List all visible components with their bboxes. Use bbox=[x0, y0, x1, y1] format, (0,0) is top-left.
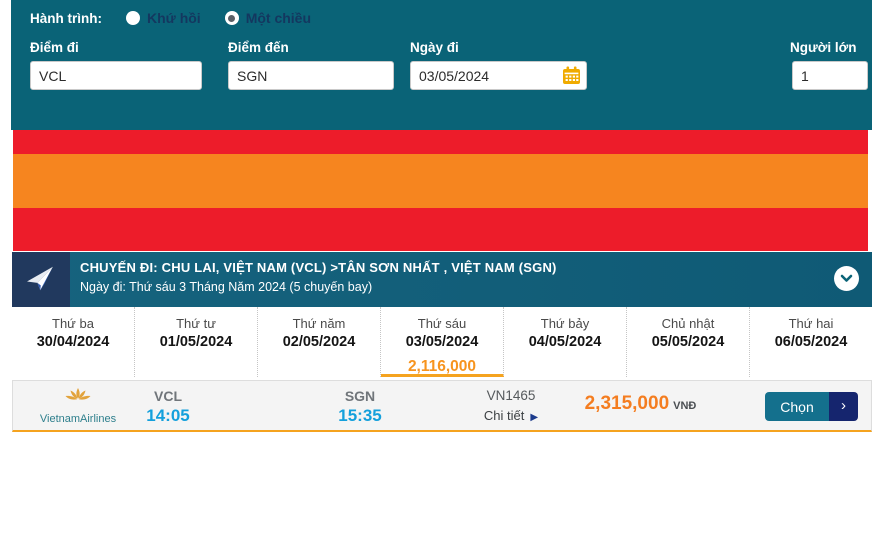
radio-selected-icon[interactable] bbox=[225, 11, 239, 25]
tab-date: 05/05/2024 bbox=[627, 334, 749, 350]
flight-header-subtitle: Ngày đi: Thứ sáu 3 Tháng Năm 2024 (5 chu… bbox=[80, 280, 557, 294]
departure-column: VCL 14:05 bbox=[113, 388, 223, 426]
tab-day: Thứ năm bbox=[258, 316, 380, 331]
tab-day: Thứ tư bbox=[135, 316, 257, 331]
depart-time: 14:05 bbox=[113, 406, 223, 426]
flight-number-column: VN1465 Chi tiết ▶ bbox=[456, 388, 566, 423]
radio-icon[interactable] bbox=[126, 11, 140, 25]
vietnam-airlines-lotus-icon bbox=[64, 387, 92, 407]
date-tab-6[interactable]: Thứ hai 06/05/2024 bbox=[750, 307, 872, 377]
arrive-time: 15:35 bbox=[305, 406, 415, 426]
date-tab-0[interactable]: Thứ ba 30/04/2024 bbox=[12, 307, 135, 377]
tab-price: 2,116,000 bbox=[381, 358, 503, 376]
flight-number: VN1465 bbox=[456, 388, 566, 403]
trip-type-label: Hành trình: bbox=[30, 11, 102, 26]
price-currency: VNĐ bbox=[673, 400, 696, 412]
radio-one-way-label: Một chiều bbox=[246, 10, 311, 26]
depart-date-input[interactable] bbox=[410, 61, 587, 90]
date-tabs: Thứ ba 30/04/2024 Thứ tư 01/05/2024 Thứ … bbox=[12, 307, 872, 377]
price-value: 2,315,000 bbox=[585, 393, 670, 414]
date-tab-4[interactable]: Thứ bảy 04/05/2024 bbox=[504, 307, 627, 377]
flight-result-row: VietnamAirlines VCL 14:05 SGN 15:35 VN14… bbox=[12, 380, 872, 432]
tab-date: 03/05/2024 bbox=[381, 334, 503, 350]
calendar-icon[interactable] bbox=[562, 66, 581, 85]
paper-plane-icon bbox=[24, 265, 58, 295]
tab-day: Thứ ba bbox=[12, 316, 134, 331]
tab-date: 04/05/2024 bbox=[504, 334, 626, 350]
radio-one-way[interactable]: Một chiều bbox=[225, 10, 311, 26]
depart-date-label: Ngày đi bbox=[410, 40, 459, 55]
tab-date: 30/04/2024 bbox=[12, 334, 134, 350]
select-button-label: Chọn bbox=[765, 392, 829, 421]
trip-type-row: Hành trình: Khứ hồi Một chiều bbox=[30, 10, 325, 26]
adults-label: Người lớn bbox=[790, 40, 856, 55]
tab-day: Thứ bảy bbox=[504, 316, 626, 331]
button-chevron-icon: › bbox=[829, 392, 858, 421]
date-tab-5[interactable]: Chủ nhật 05/05/2024 bbox=[627, 307, 750, 377]
banner-stripe-orange bbox=[13, 154, 868, 208]
search-form-panel: Hành trình: Khứ hồi Một chiều Điểm đi Đi… bbox=[11, 0, 872, 130]
tab-day: Thứ hai bbox=[750, 316, 872, 331]
origin-code: VCL bbox=[113, 388, 223, 404]
flight-section-header: CHUYẾN ĐI: CHU LAI, VIỆT NAM (VCL) >TÂN … bbox=[12, 252, 872, 307]
date-tab-2[interactable]: Thứ năm 02/05/2024 bbox=[258, 307, 381, 377]
arrival-column: SGN 15:35 bbox=[305, 388, 415, 426]
banner-stripe-red-bottom bbox=[13, 208, 868, 251]
collapse-button[interactable] bbox=[834, 266, 859, 291]
tab-date: 02/05/2024 bbox=[258, 334, 380, 350]
origin-input[interactable] bbox=[30, 61, 202, 90]
destination-label: Điểm đến bbox=[228, 40, 289, 55]
promo-banner[interactable] bbox=[13, 130, 868, 251]
destination-input[interactable] bbox=[228, 61, 394, 90]
date-tab-3-active[interactable]: Thứ sáu 03/05/2024 2,116,000 bbox=[381, 307, 504, 377]
dest-code: SGN bbox=[305, 388, 415, 404]
origin-label: Điểm đi bbox=[30, 40, 79, 55]
radio-round-trip[interactable]: Khứ hồi bbox=[126, 10, 201, 26]
details-label: Chi tiết bbox=[484, 408, 524, 423]
tab-date: 01/05/2024 bbox=[135, 334, 257, 350]
plane-box bbox=[12, 252, 70, 307]
flight-header-title: CHUYẾN ĐI: CHU LAI, VIỆT NAM (VCL) >TÂN … bbox=[80, 260, 557, 275]
tab-date: 06/05/2024 bbox=[750, 334, 872, 350]
tab-day: Thứ sáu bbox=[381, 316, 503, 331]
depart-date-field bbox=[410, 61, 587, 90]
adults-input[interactable] bbox=[792, 61, 868, 90]
date-tab-1[interactable]: Thứ tư 01/05/2024 bbox=[135, 307, 258, 377]
banner-stripe-red-top bbox=[13, 130, 868, 154]
flight-header-titles: CHUYẾN ĐI: CHU LAI, VIỆT NAM (VCL) >TÂN … bbox=[80, 260, 557, 294]
tab-day: Chủ nhật bbox=[627, 316, 749, 331]
select-flight-button[interactable]: Chọn › bbox=[765, 392, 858, 421]
price-column: 2,315,000VNĐ bbox=[558, 393, 723, 415]
details-arrow-icon: ▶ bbox=[530, 412, 538, 423]
details-link[interactable]: Chi tiết ▶ bbox=[456, 408, 566, 423]
radio-round-trip-label: Khứ hồi bbox=[147, 10, 201, 26]
chevron-down-icon bbox=[840, 274, 853, 283]
